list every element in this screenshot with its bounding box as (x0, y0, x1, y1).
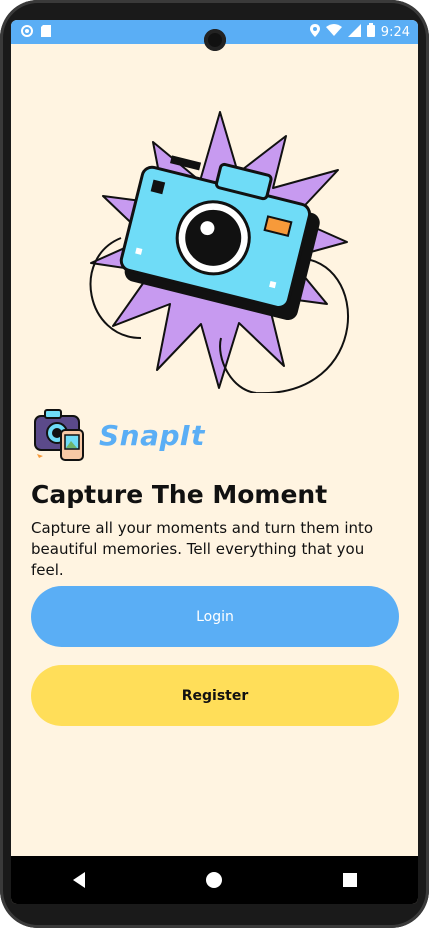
wifi-icon (325, 24, 342, 40)
location-icon (309, 23, 320, 41)
page-description: Capture all your moments and turn them i… (31, 519, 374, 579)
register-button[interactable]: Register (31, 665, 399, 726)
recents-button[interactable] (330, 860, 370, 900)
snapit-logo-icon (34, 409, 84, 461)
signal-icon (347, 23, 361, 41)
home-button[interactable] (194, 860, 234, 900)
back-triangle-icon (72, 872, 85, 888)
status-time: 9:24 (380, 24, 410, 40)
page-title: Capture The Moment (31, 480, 328, 509)
notification-circle-icon (21, 24, 33, 42)
recents-square-icon (343, 873, 358, 887)
back-button[interactable] (59, 860, 99, 900)
login-button[interactable]: Login (31, 586, 399, 647)
home-circle-icon (206, 872, 223, 888)
brand-name: SnapIt (99, 418, 205, 452)
battery-icon (366, 23, 375, 41)
front-camera (204, 29, 226, 51)
app-screen: 9:24 SnapIt Capture The Moment Capture a… (11, 20, 418, 904)
sd-card-icon (41, 24, 51, 42)
brand-logo: SnapIt (31, 406, 205, 464)
hero-camera-illustration (89, 111, 349, 393)
system-nav-bar (11, 856, 418, 904)
phone-frame: 9:24 SnapIt Capture The Moment Capture a… (0, 0, 429, 928)
